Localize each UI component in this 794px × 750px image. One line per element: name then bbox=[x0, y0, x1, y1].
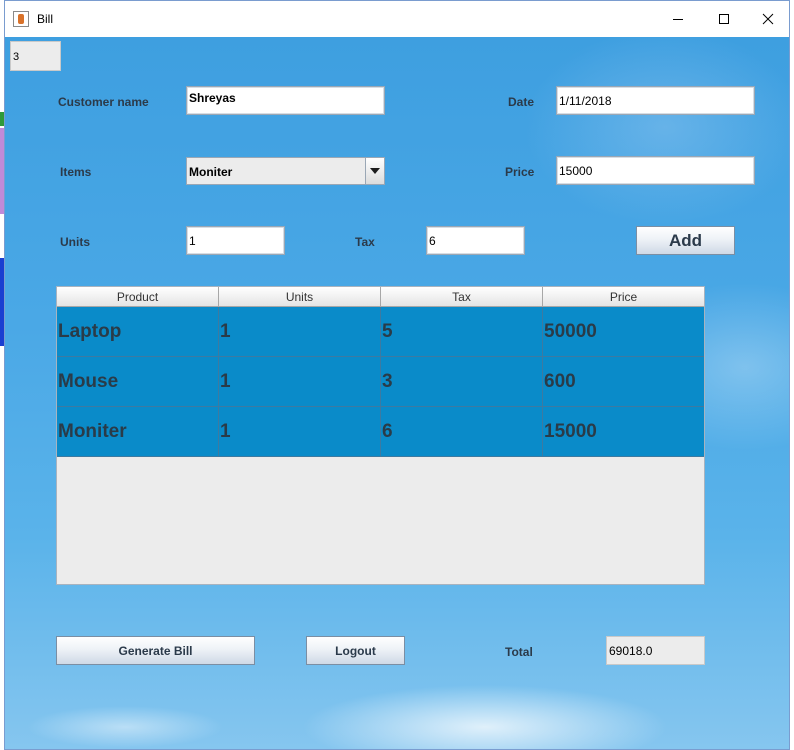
customer-name-field[interactable]: Shreyas bbox=[186, 86, 385, 115]
generate-bill-button[interactable]: Generate Bill bbox=[56, 636, 255, 665]
table-row[interactable]: Moniter 1 6 15000 bbox=[57, 407, 704, 457]
tax-field[interactable]: 6 bbox=[426, 226, 525, 255]
total-label: Total bbox=[505, 645, 533, 659]
java-icon bbox=[13, 11, 29, 27]
customer-name-label: Customer name bbox=[58, 95, 149, 109]
column-header-tax[interactable]: Tax bbox=[381, 287, 543, 307]
window-title: Bill bbox=[37, 12, 54, 26]
cell-product[interactable]: Mouse bbox=[57, 357, 219, 407]
dropdown-arrow-button[interactable] bbox=[365, 158, 384, 184]
chevron-down-icon bbox=[370, 168, 380, 174]
cell-price[interactable]: 50000 bbox=[543, 307, 704, 357]
column-header-price[interactable]: Price bbox=[543, 287, 704, 307]
date-label: Date bbox=[508, 95, 535, 109]
table-row[interactable]: Mouse 1 3 600 bbox=[57, 357, 704, 407]
column-header-units[interactable]: Units bbox=[219, 287, 381, 307]
cell-units[interactable]: 1 bbox=[219, 407, 381, 457]
counter-field[interactable]: 3 bbox=[10, 41, 61, 71]
table-body: Laptop 1 5 50000 Mouse 1 3 600 Moniter 1… bbox=[57, 307, 704, 457]
table-header: Product Units Tax Price bbox=[57, 287, 704, 307]
add-button[interactable]: Add bbox=[636, 226, 735, 255]
units-label: Units bbox=[60, 235, 90, 249]
bill-form: 3 Customer name Shreyas Date 1/11/2018 I… bbox=[5, 37, 789, 749]
price-label: Price bbox=[505, 165, 535, 179]
cell-units[interactable]: 1 bbox=[219, 307, 381, 357]
maximize-icon bbox=[719, 14, 729, 24]
table-row[interactable]: Laptop 1 5 50000 bbox=[57, 307, 704, 357]
date-field[interactable]: 1/11/2018 bbox=[556, 86, 755, 115]
cell-product[interactable]: Moniter bbox=[57, 407, 219, 457]
items-label: Items bbox=[60, 165, 92, 179]
cell-tax[interactable]: 3 bbox=[381, 357, 543, 407]
tax-label: Tax bbox=[355, 235, 375, 249]
logout-button[interactable]: Logout bbox=[306, 636, 405, 665]
units-field[interactable]: 1 bbox=[186, 226, 285, 255]
items-dropdown[interactable]: Moniter bbox=[186, 157, 385, 185]
bill-window: Bill 3 Customer name Shreyas Date 1/11/2… bbox=[4, 0, 790, 750]
cell-price[interactable]: 15000 bbox=[543, 407, 704, 457]
close-button[interactable] bbox=[745, 1, 789, 37]
minimize-button[interactable] bbox=[655, 1, 701, 37]
cell-product[interactable]: Laptop bbox=[57, 307, 219, 357]
cell-tax[interactable]: 5 bbox=[381, 307, 543, 357]
cell-tax[interactable]: 6 bbox=[381, 407, 543, 457]
maximize-button[interactable] bbox=[701, 1, 747, 37]
total-field: 69018.0 bbox=[606, 636, 705, 665]
items-selected-value: Moniter bbox=[189, 165, 233, 179]
close-icon bbox=[762, 13, 774, 25]
minimize-icon bbox=[673, 19, 683, 20]
column-header-product[interactable]: Product bbox=[57, 287, 219, 307]
bill-table[interactable]: Product Units Tax Price Laptop 1 5 50000… bbox=[56, 286, 705, 585]
title-bar[interactable]: Bill bbox=[5, 1, 789, 37]
price-field[interactable]: 15000 bbox=[556, 156, 755, 185]
cell-price[interactable]: 600 bbox=[543, 357, 704, 407]
cell-units[interactable]: 1 bbox=[219, 357, 381, 407]
